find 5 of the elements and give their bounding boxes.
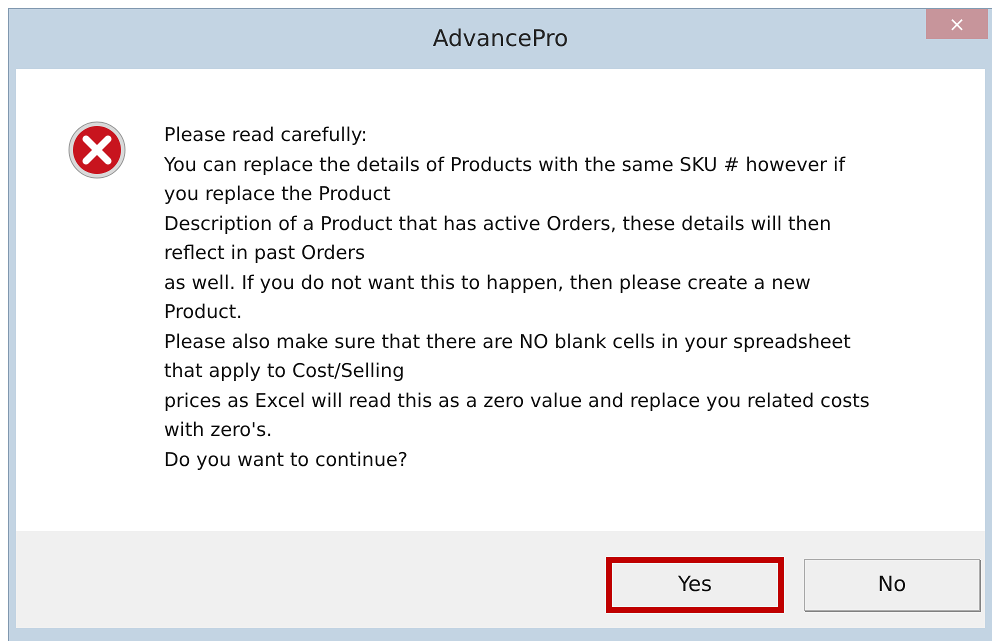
dialog-button[interactable]: Yes <box>606 557 784 613</box>
window-title: AdvancePro <box>432 24 568 54</box>
message-text: Please read carefully: You can replace the details of Products with the same SKU # however if you replace the Product Description of a Product that has active Orders, these details will then reflect in past Orders as well. If you do not want this to happen, then please create a new Product. Please also make sure that there are NO blank cells in your spreadsheet that apply to Cost/Selling prices as Excel will read this as a zero value and replace you related costs with zero's. Do you want to continue? <box>164 123 870 472</box>
error-icon <box>68 121 126 179</box>
dialog-button[interactable]: No <box>804 559 980 611</box>
